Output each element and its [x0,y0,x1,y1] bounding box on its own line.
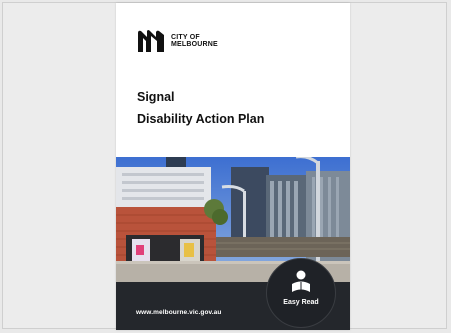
melbourne-m-logo-icon [138,30,164,52]
document-title: Signal [137,90,175,104]
document-subtitle: Disability Action Plan [137,112,265,126]
easy-read-label: Easy Read [283,299,319,306]
city-of-melbourne-logo: CITY OF MELBOURNE [137,28,218,54]
logo-line-2: MELBOURNE [171,41,218,48]
logo-wordmark: CITY OF MELBOURNE [171,34,218,48]
person-reading-icon [292,270,310,292]
document-cover[interactable]: CITY OF MELBOURNE Signal Disability Acti… [116,3,350,330]
logo-line-1: CITY OF [171,34,200,41]
easy-read-badge: Easy Read [266,258,336,328]
website-url[interactable]: www.melbourne.vic.gov.au [136,309,221,316]
